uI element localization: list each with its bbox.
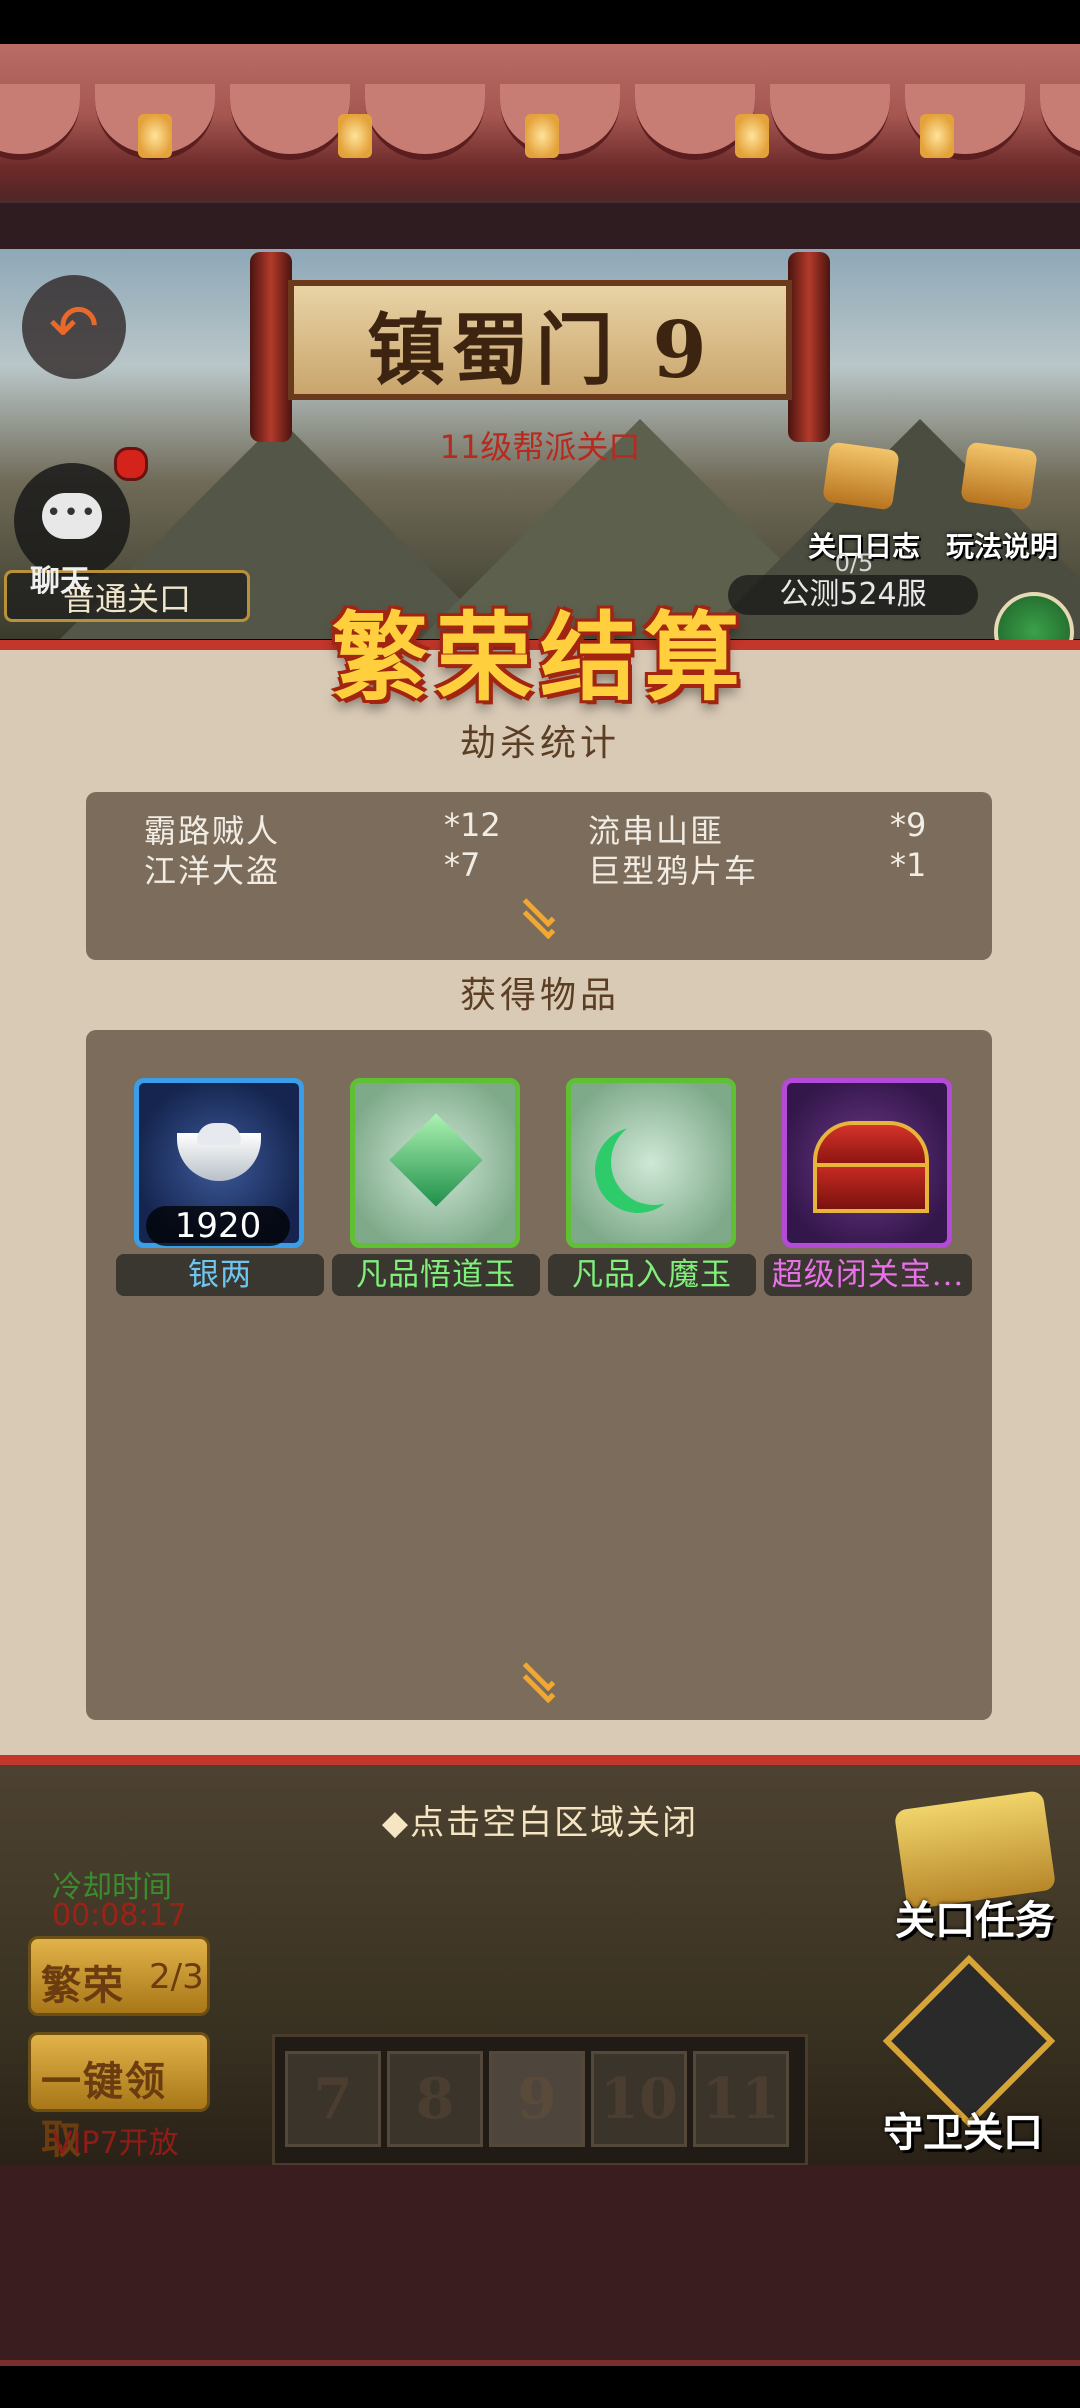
treasure-chest-icon <box>782 1078 952 1248</box>
rules-label: 玩法说明 <box>945 530 1058 563</box>
vip-unlock-label: VIP7开放 <box>52 2126 179 2161</box>
footer-decoration <box>0 2165 1080 2360</box>
progress-counter: 0/5 <box>834 549 874 577</box>
roof-scallop <box>365 84 485 160</box>
level-cell[interactable]: 10 <box>591 2051 687 2147</box>
kill-stats-title: 劫杀统计 <box>459 723 620 764</box>
rules-button[interactable] <box>944 441 1054 526</box>
item-count: 1920 <box>146 1206 290 1246</box>
roof-scallop <box>0 84 80 160</box>
loot-title: 获得物品 <box>459 975 620 1016</box>
kill-name: 江洋大盗 <box>144 852 281 890</box>
roof-scallop <box>500 84 620 160</box>
zone-title: 镇蜀门 9 <box>367 305 713 396</box>
pass-task-label: 关口任务 <box>895 1898 1055 1944</box>
kill-name: 巨型鸦片车 <box>588 852 759 890</box>
chat-bubble-icon: ••• <box>42 493 102 539</box>
roof-scallop <box>770 84 890 160</box>
prosper-label: 繁荣 <box>41 1963 125 2009</box>
back-arrow-icon[interactable]: ↶ <box>22 275 126 379</box>
roof-beam <box>0 199 1080 249</box>
loot-box: 1920 银两 凡品悟道玉 凡品入魔玉 超级闭关宝... <box>86 1030 992 1720</box>
scroll-rod <box>788 252 830 442</box>
kill-stats-box: 霸路贼人 *12 流串山匪 *9 江洋大盗 *7 巨型鸦片车 *1 <box>86 792 992 960</box>
notification-dot <box>114 447 148 481</box>
panel-title: 繁荣结算 <box>332 601 748 714</box>
kill-count: *12 <box>444 806 501 844</box>
kill-count: *7 <box>444 846 481 884</box>
item-name: 凡品入魔玉 <box>548 1254 756 1296</box>
prosper-count: 2/3 <box>149 1957 204 1997</box>
level-cell-current[interactable]: 9 <box>489 2051 585 2147</box>
green-crescent-jade-icon <box>566 1078 736 1248</box>
scroll-rod <box>250 252 292 442</box>
roof-scallop <box>230 84 350 160</box>
cooldown-timer: 00:08:17 <box>52 1898 187 1933</box>
pass-log-button[interactable] <box>806 441 916 526</box>
level-cell[interactable]: 11 <box>693 2051 789 2147</box>
navigation-bar <box>0 2360 1080 2408</box>
guard-pass-label: 守卫关口 <box>883 2110 1043 2156</box>
roof-decoration <box>0 44 1080 249</box>
rules-book-icon <box>960 441 1038 511</box>
zone-subtitle: 11级帮派关口 <box>439 428 641 466</box>
kill-count: *1 <box>890 846 927 884</box>
one-click-claim-button[interactable]: 一键领取 <box>28 2032 210 2163</box>
zone-title-scroll: 镇蜀门 9 11级帮派关口 <box>250 252 830 466</box>
scroll-log-icon <box>822 441 900 511</box>
prosper-button[interactable]: 繁荣 2/3 <box>28 1936 210 2016</box>
level-selector: 7 8 9 10 11 <box>272 2034 808 2166</box>
lantern-icon <box>525 114 559 158</box>
status-bar <box>0 0 1080 44</box>
expand-chevron-icon[interactable] <box>513 1658 565 1706</box>
expand-chevron-icon[interactable] <box>513 894 565 942</box>
lantern-icon <box>920 114 954 158</box>
level-cell[interactable]: 7 <box>285 2051 381 2147</box>
item-name: 凡品悟道玉 <box>332 1254 540 1296</box>
lantern-icon <box>338 114 372 158</box>
green-jade-crystal-icon <box>350 1078 520 1248</box>
settlement-panel: 霸路贼人 *12 流串山匪 *9 江洋大盗 *7 巨型鸦片车 *1 1920 银… <box>0 640 1080 1765</box>
level-cell[interactable]: 8 <box>387 2051 483 2147</box>
roof-scallop <box>1040 84 1080 160</box>
lantern-icon <box>138 114 172 158</box>
lantern-icon <box>735 114 769 158</box>
item-name: 超级闭关宝... <box>764 1254 972 1296</box>
item-name: 银两 <box>116 1254 324 1296</box>
kill-count: *9 <box>890 806 927 844</box>
